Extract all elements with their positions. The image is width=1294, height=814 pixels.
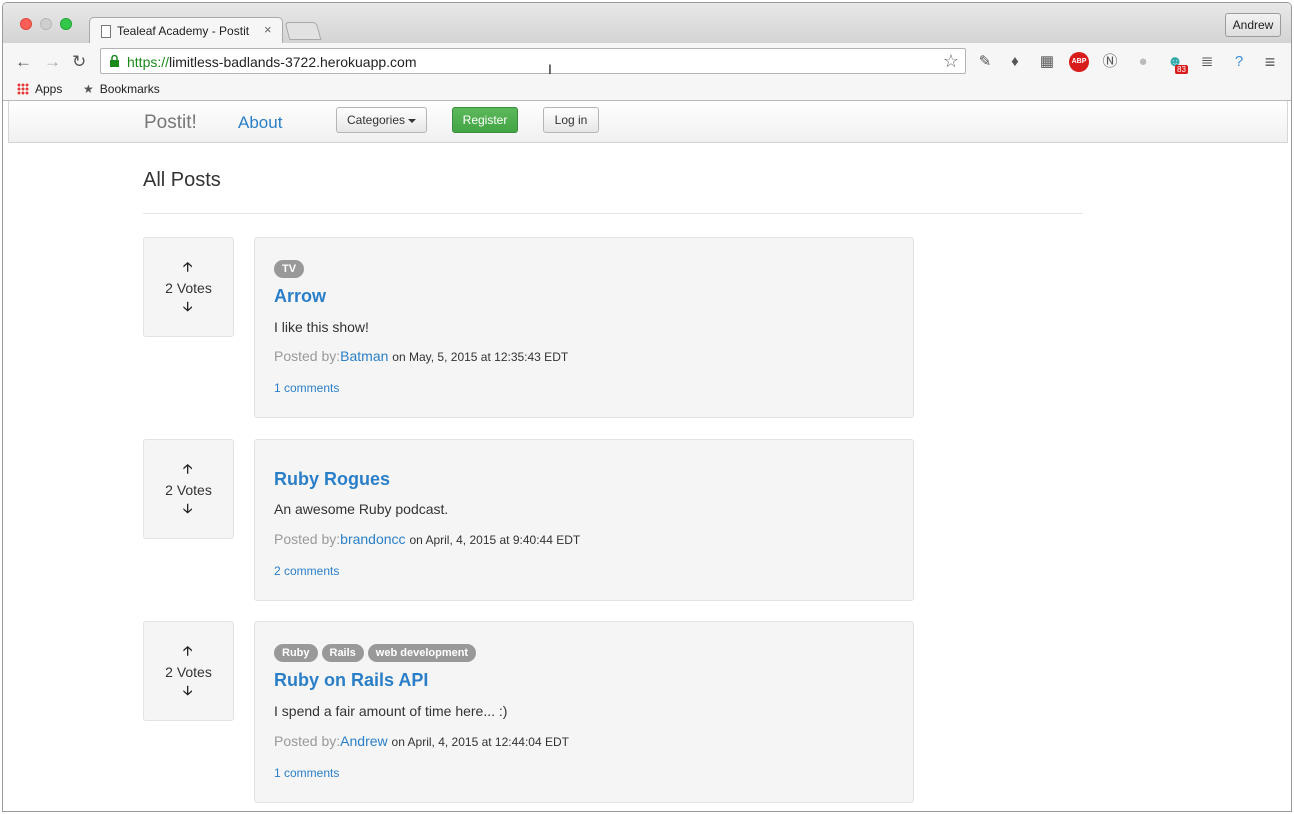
post-categories: TV bbox=[274, 259, 308, 278]
address-bar[interactable]: https://limitless-badlands-3722.herokuap… bbox=[100, 48, 966, 74]
forward-arrow-icon[interactable]: → bbox=[44, 52, 61, 72]
post-description: I like this show! bbox=[274, 319, 369, 335]
minimize-window-button[interactable] bbox=[40, 18, 52, 30]
1password-extension-icon[interactable]: Ⓝ bbox=[1100, 52, 1120, 72]
url-host: limitless-badlands-3722.herokuapp.com bbox=[169, 54, 417, 70]
vote-count: 2 Votes bbox=[165, 664, 212, 680]
register-button[interactable]: Register bbox=[452, 107, 518, 133]
url-scheme: https:// bbox=[127, 54, 170, 70]
lock-icon bbox=[110, 55, 119, 67]
downvote-arrow-icon[interactable]: 🡣 bbox=[183, 682, 192, 704]
vote-box: 🡡 2 Votes 🡣 bbox=[143, 439, 234, 539]
author-link[interactable]: Batman bbox=[340, 348, 388, 364]
vote-count: 2 Votes bbox=[165, 280, 212, 296]
category-badge[interactable]: Rails bbox=[321, 644, 364, 662]
post-categories: Ruby Rails web development bbox=[274, 643, 480, 662]
downvote-arrow-icon[interactable]: 🡣 bbox=[183, 298, 192, 320]
upvote-arrow-icon[interactable]: 🡡 bbox=[183, 258, 192, 280]
bookmark-apps[interactable]: Apps bbox=[17, 82, 62, 96]
page-content: Postit! About Categories Register Log in… bbox=[3, 101, 1291, 811]
category-badge[interactable]: Ruby bbox=[274, 644, 318, 662]
comments-link[interactable]: 2 comments bbox=[274, 564, 339, 578]
post-description: An awesome Ruby podcast. bbox=[274, 501, 449, 517]
back-arrow-icon[interactable]: ← bbox=[15, 52, 32, 72]
post-meta: Posted by:Batman on May, 5, 2015 at 12:3… bbox=[274, 348, 568, 364]
bookmark-star-icon: ★ bbox=[83, 82, 94, 96]
browser-window: Tealeaf Academy - Postit × Andrew ← → ↻ … bbox=[2, 2, 1292, 812]
profile-button[interactable]: Andrew bbox=[1225, 13, 1281, 37]
upvote-arrow-icon[interactable]: 🡡 bbox=[183, 642, 192, 664]
categories-label: Categories bbox=[346, 113, 406, 127]
post-date: on April, 4, 2015 at 9:40:44 EDT bbox=[409, 533, 581, 547]
post-date: on May, 5, 2015 at 12:35:43 EDT bbox=[392, 350, 569, 364]
post-meta: Posted by:Andrew on April, 4, 2015 at 12… bbox=[274, 733, 569, 749]
header-divider bbox=[143, 213, 1083, 214]
downvote-arrow-icon[interactable]: 🡣 bbox=[183, 500, 192, 522]
hamburger-menu-icon[interactable]: ≡ bbox=[1260, 52, 1280, 72]
adblock-extension-icon[interactable]: ABP bbox=[1069, 52, 1089, 72]
comments-link[interactable]: 1 comments bbox=[274, 381, 339, 395]
post-title-link[interactable]: Ruby Rogues bbox=[274, 469, 390, 490]
delicious-extension-icon[interactable]: ▦ bbox=[1037, 52, 1057, 72]
browser-tab-active[interactable]: Tealeaf Academy - Postit × bbox=[89, 17, 283, 44]
tab-close-icon[interactable]: × bbox=[264, 22, 272, 37]
bookmarks-bar: Apps ★ Bookmarks bbox=[3, 79, 1291, 101]
chat-extension-icon[interactable]: ● bbox=[1133, 52, 1153, 72]
tab-title: Tealeaf Academy - Postit bbox=[117, 24, 250, 38]
page-icon bbox=[101, 25, 111, 38]
category-badge[interactable]: web development bbox=[367, 644, 477, 662]
post-card: Ruby Rogues An awesome Ruby podcast. Pos… bbox=[254, 439, 914, 601]
posted-by-label: Posted by: bbox=[274, 733, 341, 749]
category-badge[interactable]: TV bbox=[274, 260, 305, 278]
tower-extension-icon[interactable]: ≣ bbox=[1197, 52, 1217, 72]
bookmark-bookmarks[interactable]: ★ Bookmarks bbox=[83, 82, 160, 96]
help-extension-icon[interactable]: ? bbox=[1229, 52, 1249, 72]
bookmark-bookmarks-label: Bookmarks bbox=[99, 82, 160, 96]
upvote-arrow-icon[interactable]: 🡡 bbox=[183, 460, 192, 482]
post-title-link[interactable]: Ruby on Rails API bbox=[274, 670, 428, 691]
extension-badge: 83 bbox=[1175, 65, 1188, 74]
vote-box: 🡡 2 Votes 🡣 bbox=[143, 237, 234, 337]
reload-icon[interactable]: ↻ bbox=[72, 52, 86, 72]
url-text: https://limitless-badlands-3722.herokuap… bbox=[127, 54, 417, 70]
vote-box: 🡡 2 Votes 🡣 bbox=[143, 621, 234, 721]
eyedropper-extension-icon[interactable]: ✎ bbox=[975, 52, 995, 72]
comments-link[interactable]: 1 comments bbox=[274, 766, 339, 780]
post-date: on April, 4, 2015 at 12:44:04 EDT bbox=[391, 735, 569, 749]
categories-dropdown-button[interactable]: Categories bbox=[336, 107, 427, 133]
page-title: All Posts bbox=[143, 169, 221, 191]
author-link[interactable]: Andrew bbox=[340, 733, 387, 749]
post-card: TV Arrow I like this show! Posted by:Bat… bbox=[254, 237, 914, 418]
text-cursor-icon: I bbox=[548, 61, 552, 77]
posted-by-label: Posted by: bbox=[274, 348, 341, 364]
bookmark-apps-label: Apps bbox=[35, 82, 63, 96]
apps-grid-icon bbox=[17, 83, 29, 95]
site-navbar: Postit! About Categories Register Log in bbox=[8, 101, 1288, 143]
post-description: I spend a fair amount of time here... :) bbox=[274, 703, 508, 719]
close-window-button[interactable] bbox=[20, 18, 32, 30]
login-button[interactable]: Log in bbox=[543, 107, 599, 133]
title-bar: Tealeaf Academy - Postit × Andrew bbox=[3, 3, 1291, 44]
posted-by-label: Posted by: bbox=[274, 531, 341, 547]
post-card: Ruby Rails web development Ruby on Rails A… bbox=[254, 621, 914, 803]
caret-down-icon bbox=[408, 118, 417, 123]
about-link[interactable]: About bbox=[238, 113, 282, 133]
evernote-extension-icon[interactable]: ♦ bbox=[1005, 52, 1025, 72]
vote-count: 2 Votes bbox=[165, 482, 212, 498]
brand-link[interactable]: Postit! bbox=[144, 112, 197, 134]
post-meta: Posted by:brandoncc on April, 4, 2015 at… bbox=[274, 531, 580, 547]
bookmark-star-icon[interactable]: ☆ bbox=[943, 51, 959, 72]
author-link[interactable]: brandoncc bbox=[340, 531, 405, 547]
zoom-window-button[interactable] bbox=[60, 18, 72, 30]
post-title-link[interactable]: Arrow bbox=[274, 286, 326, 307]
browser-toolbar: ← → ↻ https://limitless-badlands-3722.he… bbox=[3, 43, 1291, 79]
new-tab-button[interactable] bbox=[284, 22, 322, 40]
